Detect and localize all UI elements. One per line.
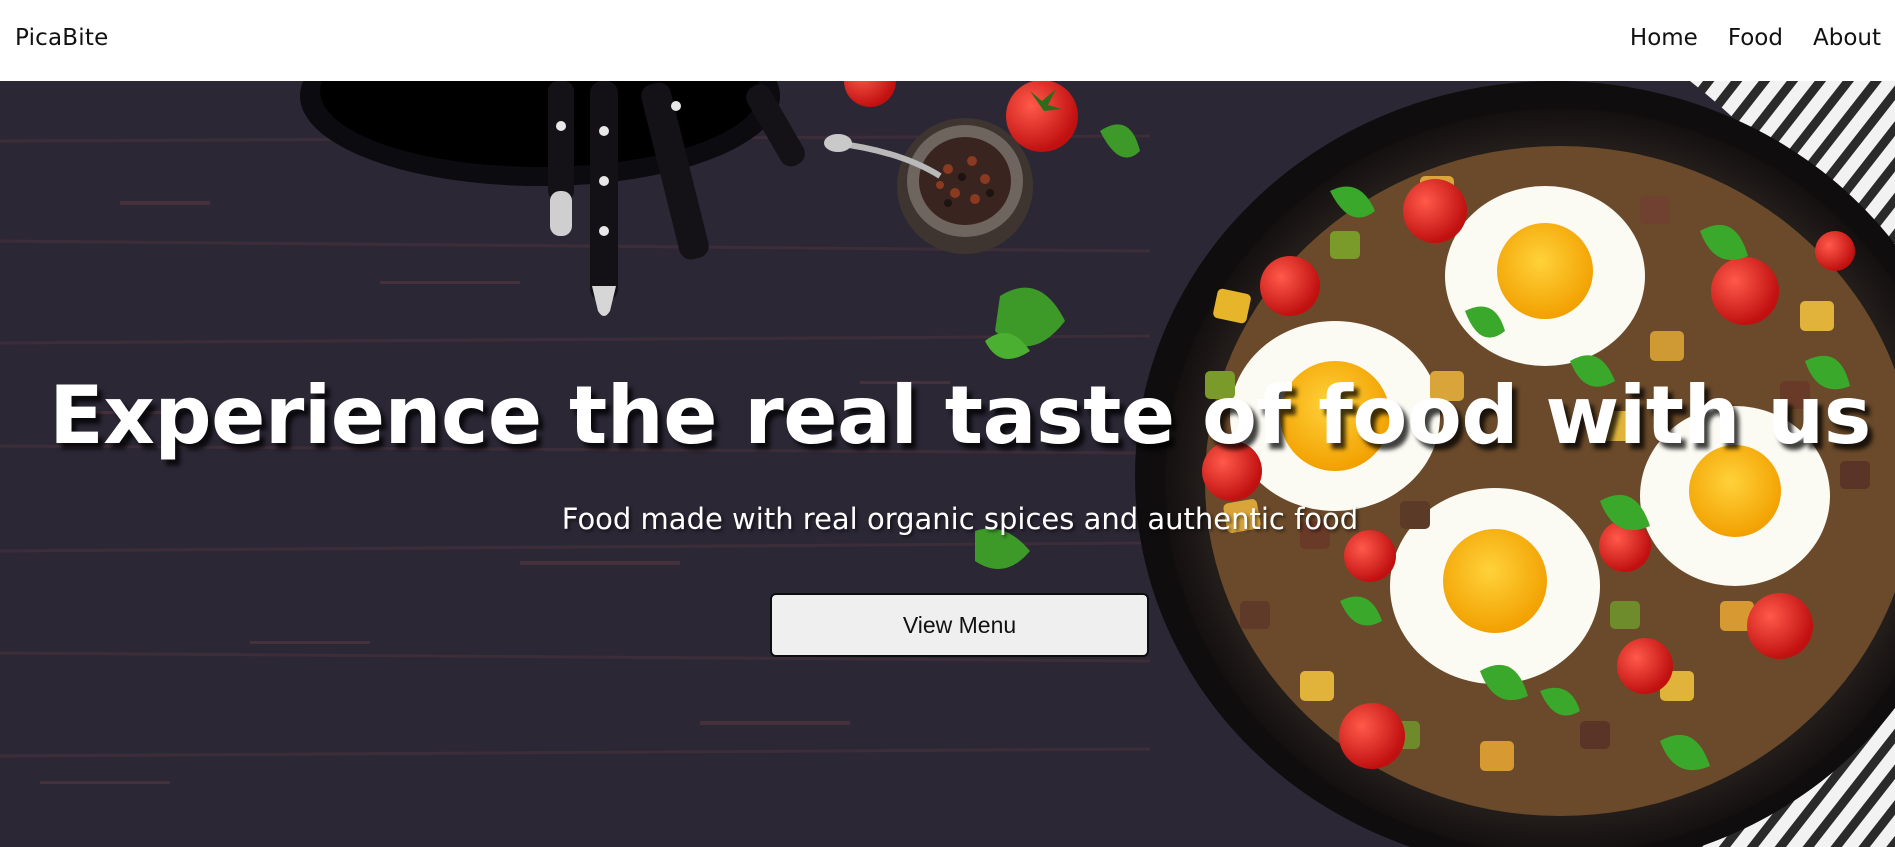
brand-logo[interactable]: PicaBite [15,25,108,51]
nav-link-food[interactable]: Food [1728,25,1783,51]
hero-subheadline: Food made with real organic spices and a… [561,502,1359,536]
view-menu-button[interactable]: View Menu [770,593,1149,657]
nav-link-about[interactable]: About [1813,25,1881,51]
hero-section: Experience the real taste of food with u… [0,81,1895,847]
nav-links: Home Food About [1630,25,1881,51]
hero-headline: Experience the real taste of food with u… [49,369,1871,462]
hero-background-image [0,81,1895,847]
nav-link-home[interactable]: Home [1630,25,1698,51]
top-navbar: PicaBite Home Food About [0,0,1895,81]
